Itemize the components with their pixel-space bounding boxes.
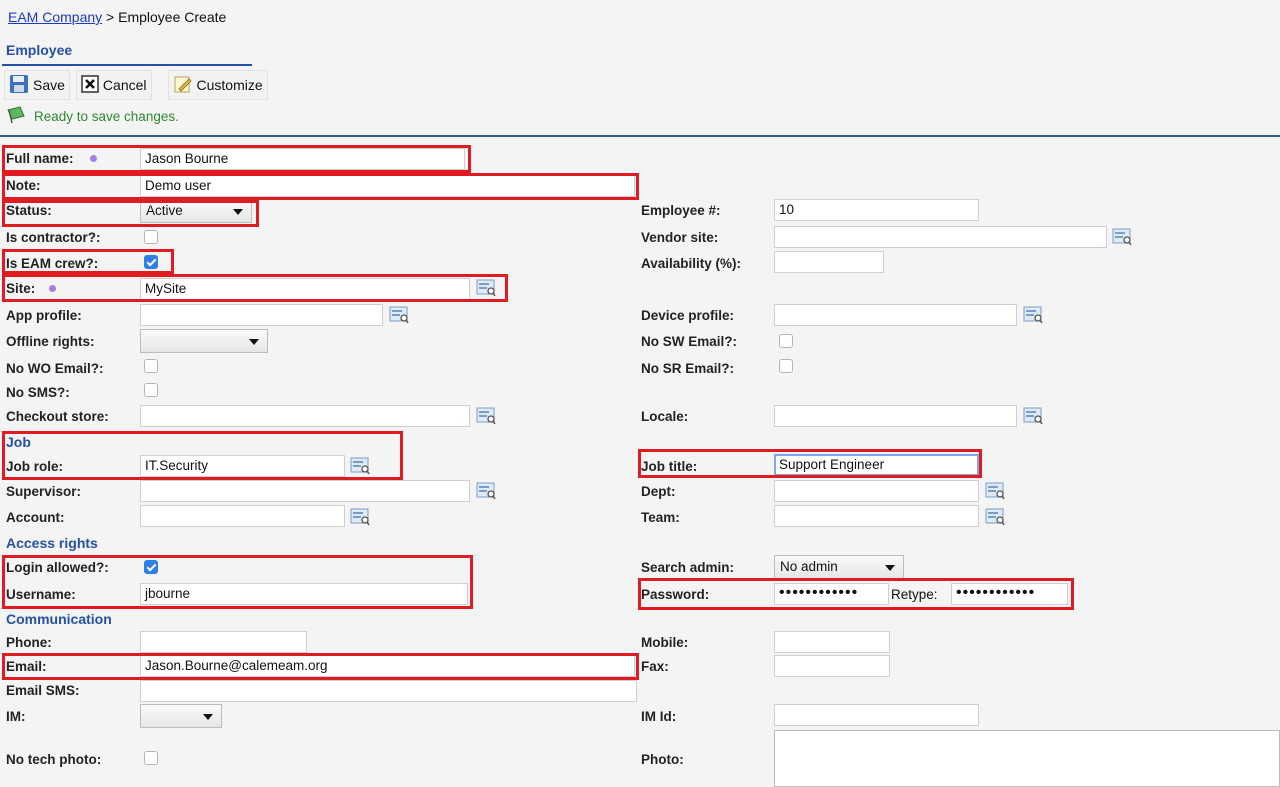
breadcrumb-link-eam-company[interactable]: EAM Company: [8, 9, 102, 25]
device-profile-label: Device profile:: [641, 308, 735, 323]
save-button[interactable]: Save: [4, 70, 70, 100]
lookup-list-icon[interactable]: [1023, 407, 1043, 425]
checkout-store-label: Checkout store:: [6, 409, 109, 424]
highlight-job-title: [638, 449, 982, 478]
supervisor-label: Supervisor:: [6, 484, 82, 499]
no-sms-checkbox[interactable]: [144, 383, 158, 397]
im-select[interactable]: [140, 704, 222, 728]
app-profile-input[interactable]: [140, 304, 383, 326]
no-sr-email-label: No SR Email?:: [641, 361, 735, 376]
no-tech-photo-label: No tech photo:: [6, 752, 102, 767]
lookup-list-icon[interactable]: [985, 482, 1005, 500]
team-input[interactable]: [774, 505, 979, 527]
main-divider: [0, 135, 1280, 137]
lookup-list-icon[interactable]: [476, 407, 496, 425]
employee-no-input[interactable]: 10: [774, 199, 979, 221]
lookup-list-icon[interactable]: [350, 508, 370, 526]
availability-input[interactable]: [774, 251, 884, 273]
cancel-button[interactable]: Cancel: [75, 70, 152, 100]
checkout-store-input[interactable]: [140, 405, 470, 427]
close-box-icon: [81, 74, 99, 96]
title-underline: [2, 64, 252, 66]
photo-label: Photo:: [641, 752, 684, 767]
locale-input[interactable]: [774, 405, 1017, 427]
im-label: IM:: [6, 709, 26, 724]
customize-button[interactable]: Customize: [167, 70, 268, 100]
dept-label: Dept:: [641, 484, 676, 499]
highlight-site: [2, 274, 508, 302]
toolbar: Save Cancel Customize: [4, 70, 268, 100]
breadcrumb-separator: >: [106, 9, 115, 25]
fax-label: Fax:: [641, 659, 669, 674]
lookup-list-icon[interactable]: [985, 508, 1005, 526]
account-label: Account:: [6, 510, 65, 525]
pencil-form-icon: [173, 74, 193, 97]
no-sms-label: No SMS?:: [6, 385, 70, 400]
is-contractor-label: Is contractor?:: [6, 230, 101, 245]
search-admin-select[interactable]: No admin: [774, 555, 904, 579]
no-wo-email-checkbox[interactable]: [144, 359, 158, 373]
lookup-list-icon[interactable]: [1112, 228, 1132, 246]
fax-input[interactable]: [774, 655, 890, 677]
flag-icon: [6, 106, 26, 127]
no-tech-photo-checkbox[interactable]: [144, 751, 158, 765]
status-message: Ready to save changes.: [6, 106, 179, 127]
no-sr-email-checkbox[interactable]: [779, 359, 793, 373]
no-sw-email-checkbox[interactable]: [779, 334, 793, 348]
highlight-is-eam-crew: [2, 249, 174, 274]
cancel-button-label: Cancel: [102, 77, 147, 93]
availability-label: Availability (%):: [641, 256, 742, 271]
chevron-down-icon: [249, 339, 259, 345]
is-contractor-checkbox[interactable]: [144, 230, 158, 244]
highlight-full-name: [2, 145, 471, 173]
app-profile-label: App profile:: [6, 308, 82, 323]
phone-label: Phone:: [6, 635, 52, 650]
customize-button-label: Customize: [196, 77, 263, 93]
breadcrumb-current: Employee Create: [118, 9, 227, 25]
highlight-email: [2, 653, 639, 680]
dept-input[interactable]: [774, 480, 979, 502]
highlight-note: [2, 173, 639, 200]
offline-rights-select[interactable]: [140, 329, 268, 353]
account-input[interactable]: [140, 505, 345, 527]
highlight-password: [638, 578, 1074, 610]
phone-input[interactable]: [140, 631, 307, 653]
highlight-status: [2, 200, 259, 227]
offline-rights-label: Offline rights:: [6, 334, 95, 349]
search-admin-label: Search admin:: [641, 560, 735, 575]
floppy-disk-icon: [9, 74, 29, 97]
highlight-job-role: [2, 431, 403, 480]
im-id-input[interactable]: [774, 704, 979, 726]
vendor-site-input[interactable]: [774, 226, 1107, 248]
team-label: Team:: [641, 510, 680, 525]
mobile-label: Mobile:: [641, 635, 689, 650]
section-access-rights-title: Access rights: [6, 535, 98, 551]
page-title: Employee: [6, 42, 73, 58]
chevron-down-icon: [885, 565, 895, 571]
photo-box[interactable]: [774, 730, 1280, 787]
lookup-list-icon[interactable]: [476, 482, 496, 500]
lookup-list-icon[interactable]: [389, 306, 409, 324]
section-communication-title: Communication: [6, 611, 112, 627]
email-sms-input[interactable]: [140, 680, 637, 702]
email-sms-label: Email SMS:: [6, 683, 80, 698]
vendor-site-label: Vendor site:: [641, 230, 719, 245]
mobile-input[interactable]: [774, 631, 890, 653]
locale-label: Locale:: [641, 409, 689, 424]
chevron-down-icon: [203, 714, 213, 720]
no-wo-email-label: No WO Email?:: [6, 361, 104, 376]
employee-no-label: Employee #:: [641, 203, 721, 218]
im-id-label: IM Id:: [641, 709, 677, 724]
device-profile-input[interactable]: [774, 304, 1017, 326]
breadcrumb: EAM Company > Employee Create: [8, 9, 226, 25]
search-admin-value: No admin: [780, 559, 838, 574]
lookup-list-icon[interactable]: [1023, 306, 1043, 324]
save-button-label: Save: [33, 77, 65, 93]
no-sw-email-label: No SW Email?:: [641, 334, 738, 349]
supervisor-input[interactable]: [140, 480, 470, 502]
highlight-login-username: [2, 555, 473, 609]
status-text: Ready to save changes.: [34, 109, 179, 124]
